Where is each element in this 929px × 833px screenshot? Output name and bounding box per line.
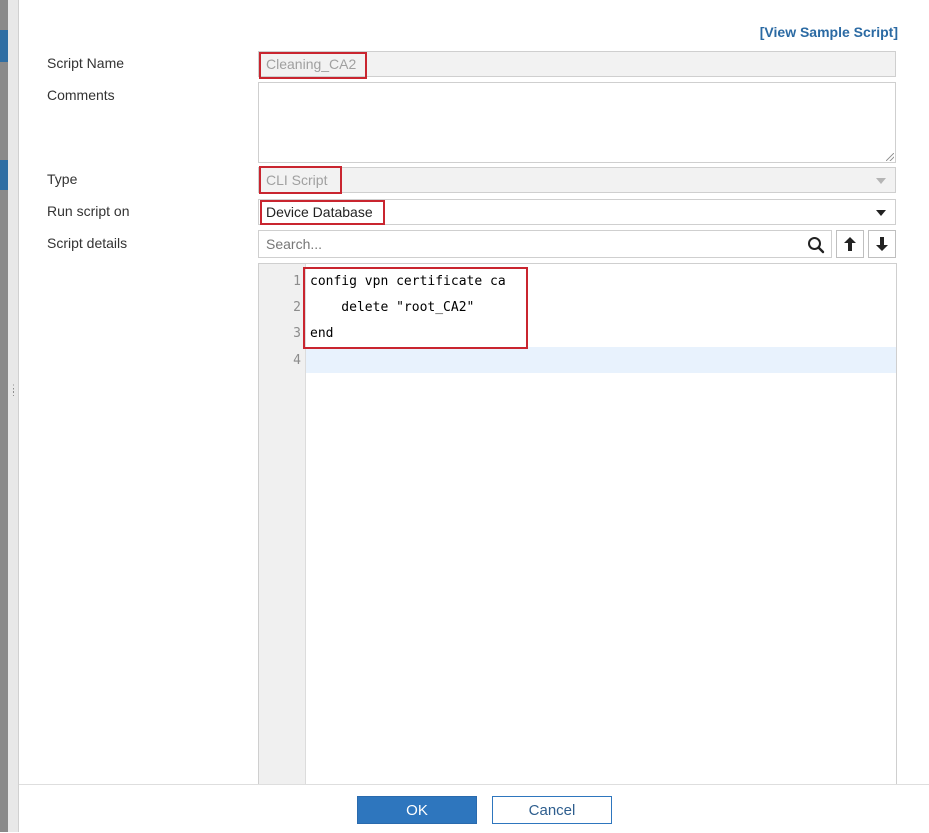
- line-number: 2: [293, 300, 301, 315]
- grip-icon: ⋮ ⋮: [9, 383, 18, 397]
- comments-textarea[interactable]: [258, 82, 896, 163]
- comments-label: Comments: [47, 87, 115, 103]
- highlight-box: [303, 267, 528, 349]
- edit-script-dialog: [View Sample Script] Script Name Cleanin…: [19, 0, 929, 833]
- script-search-input[interactable]: [259, 231, 806, 257]
- arrow-up-icon: [844, 237, 856, 251]
- script-details-label: Script details: [47, 235, 128, 251]
- chevron-down-icon: [876, 178, 886, 184]
- active-line-highlight: [306, 347, 896, 373]
- search-next-button[interactable]: [868, 230, 896, 258]
- type-select[interactable]: CLI Script: [258, 167, 896, 193]
- highlight-box: [259, 52, 367, 79]
- line-number: 4: [293, 353, 301, 368]
- type-label: Type: [47, 171, 78, 187]
- ok-button[interactable]: OK: [357, 796, 477, 824]
- chevron-down-icon: [876, 210, 886, 216]
- arrow-down-icon: [876, 237, 888, 251]
- script-search-box: [258, 230, 832, 258]
- search-previous-button[interactable]: [836, 230, 864, 258]
- background-nav-marker: [0, 30, 8, 62]
- panel-resize-handle[interactable]: ⋮ ⋮: [8, 0, 19, 832]
- highlight-box: [260, 200, 385, 225]
- cancel-button[interactable]: Cancel: [492, 796, 612, 824]
- script-name-label: Script Name: [47, 55, 125, 71]
- run-script-on-label: Run script on: [47, 203, 130, 219]
- view-sample-script-link[interactable]: [View Sample Script]: [760, 24, 898, 40]
- line-number: 1: [293, 274, 301, 289]
- resize-grip-icon[interactable]: [886, 153, 894, 161]
- dialog-footer: OK Cancel: [19, 784, 929, 833]
- background-nav-marker: [0, 160, 8, 190]
- search-icon[interactable]: [807, 236, 825, 254]
- highlight-box: [259, 166, 342, 194]
- background-page: [0, 0, 8, 832]
- line-number-gutter: 1 2 3 4: [259, 264, 306, 787]
- line-number: 3: [293, 326, 301, 341]
